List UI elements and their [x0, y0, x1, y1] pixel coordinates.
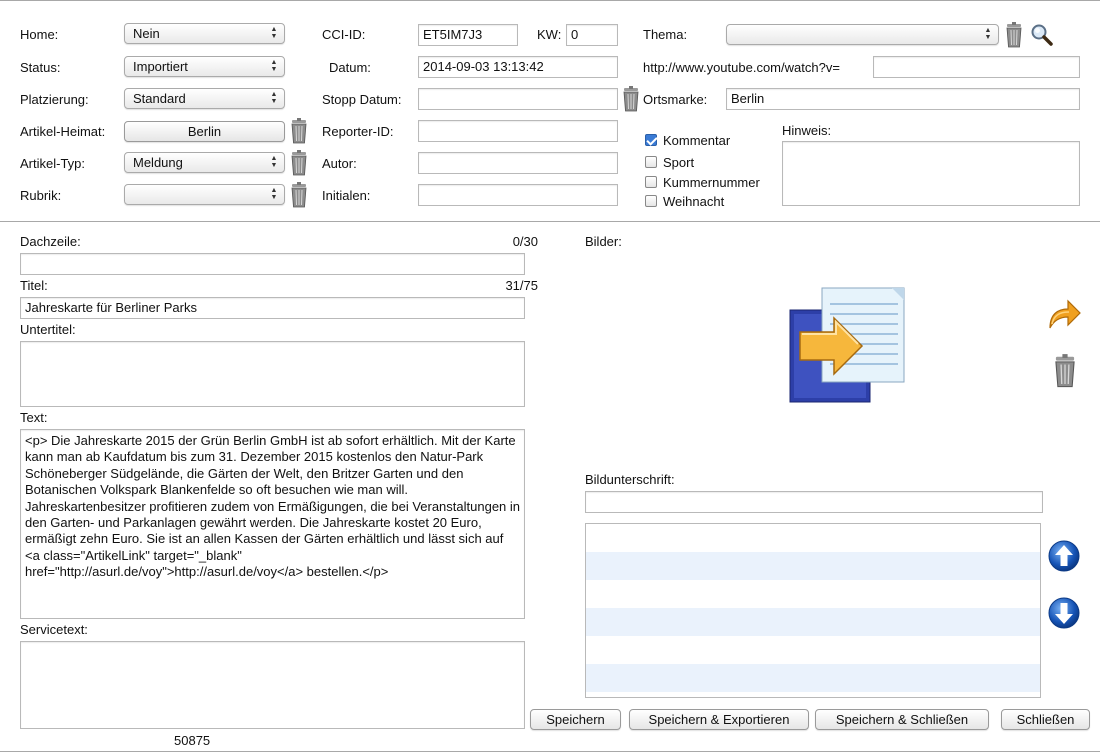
image-list[interactable] — [585, 523, 1041, 698]
status-select[interactable]: Importiert ▲ ▼ — [124, 56, 285, 77]
list-item[interactable] — [586, 524, 1040, 552]
rubrik-label: Rubrik: — [20, 188, 62, 203]
datum-label: Datum: — [329, 60, 371, 75]
arrow-up-icon[interactable] — [1048, 540, 1080, 572]
trash-icon[interactable] — [289, 118, 309, 144]
titel-counter: 31/75 — [505, 278, 538, 293]
trash-icon[interactable] — [1004, 22, 1024, 48]
kummernummer-checkbox[interactable] — [645, 176, 657, 188]
magnifier-icon[interactable] — [1030, 23, 1054, 47]
speichern-button[interactable]: Speichern — [530, 709, 621, 730]
ortsmarke-label: Ortsmarke: — [643, 92, 708, 107]
forward-arrow-icon[interactable] — [1046, 298, 1082, 330]
bottom-border — [0, 751, 1100, 752]
list-item[interactable] — [586, 608, 1040, 636]
dachzeile-label: Dachzeile: — [20, 234, 81, 249]
reporter-id-label: Reporter-ID: — [322, 124, 394, 139]
home-select-value: Nein — [133, 26, 160, 41]
speichern-schliessen-button[interactable]: Speichern & Schließen — [815, 709, 989, 730]
youtube-label: http://www.youtube.com/watch?v= — [643, 60, 840, 75]
trash-icon[interactable] — [1052, 354, 1078, 388]
untertitel-textarea[interactable] — [20, 341, 525, 407]
section-divider — [0, 221, 1100, 222]
dachzeile-field[interactable] — [20, 253, 525, 275]
select-arrows-icon: ▲ ▼ — [270, 155, 278, 169]
artikel-typ-select-value: Meldung — [133, 155, 183, 170]
titel-field[interactable]: Jahreskarte für Berliner Parks — [20, 297, 525, 319]
status-label: Status: — [20, 60, 61, 75]
top-border — [0, 0, 1100, 1]
initialen-field[interactable] — [418, 184, 618, 206]
autor-field[interactable] — [418, 152, 618, 174]
trash-icon[interactable] — [621, 86, 641, 112]
weihnacht-label: Weihnacht — [663, 194, 725, 209]
platzierung-label: Platzierung: — [20, 92, 89, 107]
youtube-field[interactable] — [873, 56, 1080, 78]
artikel-typ-label: Artikel-Typ: — [20, 156, 86, 171]
autor-label: Autor: — [322, 156, 357, 171]
status-select-value: Importiert — [133, 59, 188, 74]
thema-select[interactable]: ▲ ▼ — [726, 24, 999, 45]
titel-label: Titel: — [20, 278, 48, 293]
kommentar-checkbox[interactable] — [645, 134, 657, 146]
trash-icon[interactable] — [289, 150, 309, 176]
kw-label: KW: — [537, 27, 562, 42]
hinweis-label: Hinweis: — [782, 123, 832, 138]
select-arrows-icon: ▲ ▼ — [270, 26, 278, 40]
servicetext-textarea[interactable] — [20, 641, 525, 729]
home-select[interactable]: Nein ▲ ▼ — [124, 23, 285, 44]
initialen-label: Initialen: — [322, 188, 371, 203]
artikel-heimat-button[interactable]: Berlin — [124, 121, 285, 142]
stopp-datum-field[interactable] — [418, 88, 618, 110]
home-label: Home: — [20, 27, 59, 42]
kw-field[interactable]: 0 — [566, 24, 618, 46]
hinweis-textarea[interactable] — [782, 141, 1080, 206]
thema-label: Thema: — [643, 27, 688, 42]
cci-id-label: CCI-ID: — [322, 27, 366, 42]
platzierung-select-value: Standard — [133, 91, 186, 106]
text-label: Text: — [20, 410, 48, 425]
stopp-datum-label: Stopp Datum: — [322, 92, 402, 107]
select-arrows-icon: ▲ ▼ — [984, 27, 992, 41]
rubrik-select[interactable]: ▲ ▼ — [124, 184, 285, 205]
list-item[interactable] — [586, 636, 1040, 664]
schliessen-button[interactable]: Schließen — [1001, 709, 1090, 730]
kommentar-label: Kommentar — [663, 133, 731, 148]
reporter-id-field[interactable] — [418, 120, 618, 142]
kummernummer-label: Kummernummer — [663, 175, 760, 190]
list-item[interactable] — [586, 580, 1040, 608]
bildunterschrift-label: Bildunterschrift: — [585, 472, 675, 487]
weihnacht-checkbox[interactable] — [645, 195, 657, 207]
dachzeile-counter: 0/30 — [512, 234, 538, 249]
cci-id-field[interactable]: ET5IM7J3 — [418, 24, 518, 46]
arrow-down-icon[interactable] — [1048, 597, 1080, 629]
copy-arrow-icon[interactable] — [788, 286, 908, 404]
footer-number: 50875 — [174, 733, 211, 748]
bildunterschrift-field[interactable] — [585, 491, 1043, 513]
sport-label: Sport — [663, 155, 695, 170]
text-textarea[interactable]: <p> Die Jahreskarte 2015 der Grün Berlin… — [20, 429, 525, 619]
list-item[interactable] — [586, 664, 1040, 692]
trash-icon[interactable] — [289, 182, 309, 208]
artikel-heimat-label: Artikel-Heimat: — [20, 124, 106, 139]
datum-field[interactable]: 2014-09-03 13:13:42 — [418, 56, 618, 78]
speichern-exportieren-button[interactable]: Speichern & Exportieren — [629, 709, 809, 730]
select-arrows-icon: ▲ ▼ — [270, 91, 278, 105]
servicetext-label: Servicetext: — [20, 622, 88, 637]
untertitel-label: Untertitel: — [20, 322, 76, 337]
list-item[interactable] — [586, 552, 1040, 580]
ortsmarke-field[interactable]: Berlin — [726, 88, 1080, 110]
select-arrows-icon: ▲ ▼ — [270, 187, 278, 201]
platzierung-select[interactable]: Standard ▲ ▼ — [124, 88, 285, 109]
bilder-label: Bilder: — [585, 234, 622, 249]
sport-checkbox[interactable] — [645, 156, 657, 168]
artikel-typ-select[interactable]: Meldung ▲ ▼ — [124, 152, 285, 173]
select-arrows-icon: ▲ ▼ — [270, 59, 278, 73]
